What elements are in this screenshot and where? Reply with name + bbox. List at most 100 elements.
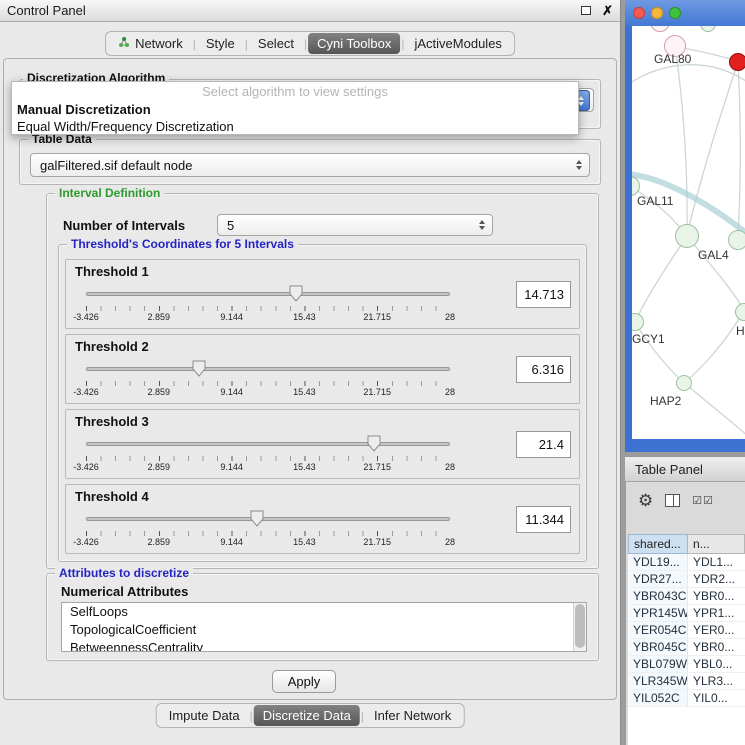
slider-row: 6.316 xyxy=(86,356,571,382)
network-node[interactable] xyxy=(728,230,745,250)
minimize-traffic-light-icon[interactable] xyxy=(651,7,663,19)
threshold-slider[interactable] xyxy=(86,434,450,454)
table-row[interactable]: YPR145WYPR1... xyxy=(628,605,745,622)
table-row[interactable]: YBR043CYBR0... xyxy=(628,588,745,605)
bottom-tab-discretize-data[interactable]: Discretize Data xyxy=(254,705,360,726)
table-cell[interactable]: YDL1... xyxy=(688,554,745,570)
list-item[interactable]: SelfLoops xyxy=(62,603,586,621)
threshold-value-field[interactable]: 21.4 xyxy=(516,431,571,458)
table-row[interactable]: YBR045CYBR0... xyxy=(628,639,745,656)
node-label: HAP2 xyxy=(650,394,681,408)
tick-label: 28 xyxy=(445,462,455,472)
table-cell[interactable]: YER0... xyxy=(688,622,745,638)
table-row[interactable]: YER054CYER0... xyxy=(628,622,745,639)
column-header-name[interactable]: n... xyxy=(688,534,745,554)
close-icon[interactable]: ✗ xyxy=(602,3,613,19)
bottom-tab-impute-data[interactable]: Impute Data xyxy=(160,705,249,726)
bottom-tab-infer-network[interactable]: Infer Network xyxy=(365,705,460,726)
table-cell[interactable]: YDR2... xyxy=(688,571,745,587)
tab-label: Discretize Data xyxy=(263,708,351,723)
tick-marks-icon xyxy=(86,381,450,386)
table-row[interactable]: YDL19...YDL1... xyxy=(628,554,745,571)
dropdown-option-manual-discretization[interactable]: Manual Discretization xyxy=(12,101,578,118)
table-cell[interactable]: YBL079W xyxy=(628,656,688,672)
table-cell[interactable]: YPR145W xyxy=(628,605,688,621)
network-node[interactable] xyxy=(729,53,745,71)
slider-thumb[interactable] xyxy=(367,435,381,452)
columns-icon[interactable] xyxy=(665,494,680,507)
number-of-intervals-label: Number of Intervals xyxy=(63,218,185,233)
table-cell[interactable]: YDR27... xyxy=(628,571,688,587)
tab-label: Infer Network xyxy=(374,708,451,723)
table-cell[interactable]: YBL0... xyxy=(688,656,745,672)
threshold-slider[interactable] xyxy=(86,284,450,304)
tab-cyni-toolbox[interactable]: Cyni Toolbox xyxy=(308,33,400,54)
tab-style[interactable]: Style xyxy=(197,33,244,54)
tab-label: Select xyxy=(258,36,294,51)
tick-label: 2.859 xyxy=(148,312,171,322)
float-window-icon[interactable] xyxy=(581,6,591,15)
table-row[interactable]: YLR345WYLR3... xyxy=(628,673,745,690)
table-cell[interactable]: YBR0... xyxy=(688,588,745,604)
network-node[interactable] xyxy=(676,375,692,391)
threshold-value-field[interactable]: 14.713 xyxy=(516,281,571,308)
column-header-shared[interactable]: shared... xyxy=(628,534,688,554)
node-label: GAL11 xyxy=(637,194,673,208)
gear-icon[interactable]: ⚙ xyxy=(638,492,653,509)
tick-label: 2.859 xyxy=(148,537,171,547)
numerical-attributes-label: Numerical Attributes xyxy=(61,584,188,599)
threshold-label: Threshold 2 xyxy=(75,339,149,354)
table-cell[interactable]: YLR345W xyxy=(628,673,688,689)
threshold-panel: Threshold 26.316-3.4262.8599.14415.4321.… xyxy=(65,334,580,404)
table-cell[interactable]: YER054C xyxy=(628,622,688,638)
list-item[interactable]: TopologicalCoefficient xyxy=(62,621,586,639)
list-item[interactable]: BetweennessCentrality xyxy=(62,639,586,652)
table-data-combobox[interactable]: galFiltered.sif default node xyxy=(30,153,590,177)
checkbox-icons[interactable]: ☑☑ xyxy=(692,494,714,507)
threshold-value-field[interactable]: 11.344 xyxy=(516,506,571,533)
threshold-slider[interactable] xyxy=(86,359,450,379)
table-cell[interactable]: YBR045C xyxy=(628,639,688,655)
tick-label: -3.426 xyxy=(73,312,99,322)
network-node[interactable] xyxy=(675,224,699,248)
table-data-group: Table Data galFiltered.sif default node xyxy=(19,139,601,185)
tick-marks-icon xyxy=(86,531,450,536)
table-cell[interactable]: YDL19... xyxy=(628,554,688,570)
table-cell[interactable]: YIL052C xyxy=(628,690,688,706)
network-canvas[interactable]: GAL80GAL11GAL4GCY1HHAP2 xyxy=(632,26,745,439)
dropdown-placeholder-item: Select algorithm to view settings xyxy=(12,82,578,101)
table-cell[interactable]: YBR0... xyxy=(688,639,745,655)
table-cell[interactable]: YPR1... xyxy=(688,605,745,621)
table-cell[interactable]: YBR043C xyxy=(628,588,688,604)
tick-label: 28 xyxy=(445,312,455,322)
tick-marks-icon xyxy=(86,306,450,311)
table-row[interactable]: YIL052CYIL0... xyxy=(628,690,745,707)
tab-network[interactable]: Network xyxy=(109,33,192,54)
zoom-traffic-light-icon[interactable] xyxy=(669,7,681,19)
tick-label: 21.715 xyxy=(363,387,391,397)
apply-button[interactable]: Apply xyxy=(272,670,336,693)
dropdown-option-equal-width-frequency[interactable]: Equal Width/Frequency Discretization xyxy=(12,118,578,135)
tick-label: 21.715 xyxy=(363,312,391,322)
slider-track xyxy=(86,517,450,521)
threshold-slider[interactable] xyxy=(86,509,450,529)
table-panel-title: Table Panel xyxy=(635,462,703,477)
slider-thumb[interactable] xyxy=(250,510,264,527)
table-row[interactable]: YDR27...YDR2... xyxy=(628,571,745,588)
attributes-listbox: SelfLoopsTopologicalCoefficientBetweenne… xyxy=(61,602,587,652)
number-of-intervals-value: 5 xyxy=(227,218,234,233)
table-cell[interactable]: YIL0... xyxy=(688,690,745,706)
close-traffic-light-icon[interactable] xyxy=(633,7,645,19)
slider-thumb[interactable] xyxy=(289,285,303,302)
tab-jactivemodules[interactable]: jActiveModules xyxy=(406,33,511,54)
control-panel-window: Control Panel ✗ Network|Style|Select|Cyn… xyxy=(0,0,621,745)
threshold-value-field[interactable]: 6.316 xyxy=(516,356,571,383)
tick-label: 9.144 xyxy=(220,312,243,322)
number-of-intervals-combobox[interactable]: 5 xyxy=(217,214,493,236)
tab-select[interactable]: Select xyxy=(249,33,303,54)
scrollbar-thumb[interactable] xyxy=(575,604,585,648)
attributes-scrollbar[interactable] xyxy=(573,603,586,651)
table-cell[interactable]: YLR3... xyxy=(688,673,745,689)
table-row[interactable]: YBL079WYBL0... xyxy=(628,656,745,673)
slider-thumb[interactable] xyxy=(192,360,206,377)
